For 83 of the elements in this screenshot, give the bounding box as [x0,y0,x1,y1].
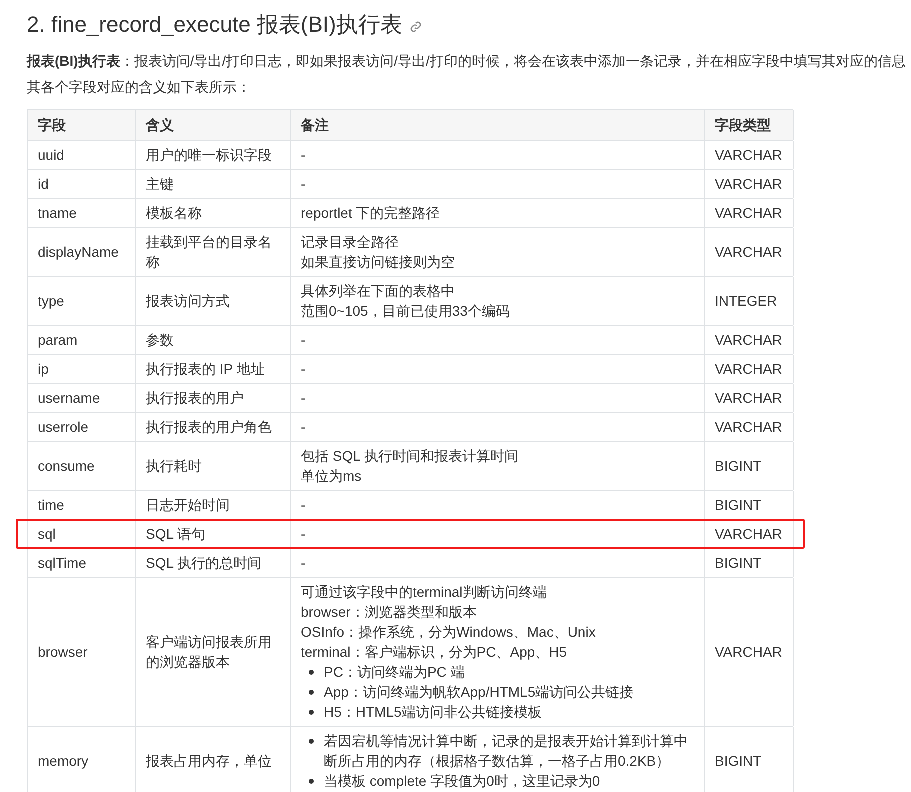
bullet-icon [309,710,314,715]
note-text: - [301,418,306,437]
table-cell: 挂载到平台的目录名称 [136,228,291,276]
intro-paragraph: 报表(BI)执行表：报表访问/导出/打印日志，即如果报表访问/导出/打印的时候，将会在该表中添加一条记录，并在相应字段中填写其对应的信息 [27,52,907,71]
table-cell: VARCHAR [705,384,794,412]
table-cell: 模板名称 [136,199,291,227]
bullet-icon [309,739,314,744]
table-cell: ip [28,355,136,383]
table-cell: 主键 [136,170,291,198]
table-cell: VARCHAR [705,199,794,227]
column-header: 备注 [291,110,705,140]
note-text: H5：HTML5端访问非公共链接模板 [324,703,542,722]
note-text: 如果直接访问链接则为空 [301,253,455,272]
lead-text: 其各个字段对应的含义如下表所示： [27,78,252,97]
section-heading: 2. fine_record_execute 报表(BI)执行表 [27,11,402,39]
bullet-icon [309,690,314,695]
table-cell: VARCHAR [705,578,794,726]
note-text: - [301,331,306,350]
table-cell: browser [28,578,136,726]
table-cell: SQL 语句 [136,520,291,548]
bullet-icon [309,779,314,784]
table-cell: 日志开始时间 [136,491,291,519]
note-text: terminal：客户端标识，分为PC、App、H5 [301,643,568,662]
bullet-icon [309,670,314,675]
table-cell: 执行报表的用户 [136,384,291,412]
table-cell: 客户端访问报表所用的浏览器版本 [136,578,291,726]
note-text: browser：浏览器类型和版本 [301,603,478,622]
note-text: OSInfo：操作系统，分为Windows、Mac、Unix [301,623,597,642]
note-text: 范围0~105，目前已使用33个编码 [301,302,510,321]
table-cell: username [28,384,136,412]
table-cell: time [28,491,136,519]
column-header: 含义 [136,110,291,140]
table-cell: 执行耗时 [136,442,291,490]
link-icon[interactable] [410,20,422,32]
note-text: 具体列举在下面的表格中 [301,282,456,301]
table-cell: sql [28,520,136,548]
table-cell: 用户的唯一标识字段 [136,141,291,169]
note-text: 包括 SQL 执行时间和报表计算时间 [301,447,518,466]
table-cell: BIGINT [705,442,794,490]
table-cell: BIGINT [705,491,794,519]
table-cell: displayName [28,228,136,276]
table-cell: type [28,277,136,325]
note-text: - [301,146,306,165]
note-text: reportlet 下的完整路径 [301,204,440,223]
column-header: 字段 [28,110,136,140]
table-cell: 报表访问方式 [136,277,291,325]
table-cell: VARCHAR [705,355,794,383]
note-text: 单位为ms [301,467,363,486]
table-cell: tname [28,199,136,227]
note-text: PC：访问终端为PC 端 [324,663,465,682]
column-header: 字段类型 [705,110,794,140]
table-cell: VARCHAR [705,228,794,276]
table-cell: INTEGER [705,277,794,325]
table-cell: VARCHAR [705,326,794,354]
table-cell: id [28,170,136,198]
table-cell: sqlTime [28,549,136,577]
table-cell: userrole [28,413,136,441]
note-text: App：访问终端为帆软App/HTML5端访问公共链接 [324,683,634,702]
note-text: - [301,175,306,194]
table-cell: memory [28,727,136,792]
table-cell: uuid [28,141,136,169]
table-cell: 执行报表的用户角色 [136,413,291,441]
note-text: - [301,525,306,544]
table-cell: 参数 [136,326,291,354]
table-cell: VARCHAR [705,170,794,198]
note-text: - [301,389,306,408]
table-cell: BIGINT [705,549,794,577]
note-text: - [301,554,306,573]
table-cell: SQL 执行的总时间 [136,549,291,577]
table-cell: BIGINT [705,727,794,792]
table-cell: VARCHAR [705,413,794,441]
note-text: - [301,360,306,379]
table-cell: 报表占用内存，单位 [136,727,291,792]
note-text: 可通过该字段中的terminal判断访问终端 [301,583,548,602]
table-cell: VARCHAR [705,141,794,169]
note-text: 记录目录全路径 [301,233,400,252]
table-cell: 执行报表的 IP 地址 [136,355,291,383]
note-text: - [301,496,306,515]
table-cell: param [28,326,136,354]
note-text: 若因宕机等情况计算中断，记录的是报表开始计算到计算中断所占用的内存（根据格子数估算，一格子占用0.2KB） [324,732,689,771]
table-cell: VARCHAR [705,520,794,548]
table-cell: consume [28,442,136,490]
note-text: 当模板 complete 字段值为0时，这里记录为0 [324,772,600,791]
